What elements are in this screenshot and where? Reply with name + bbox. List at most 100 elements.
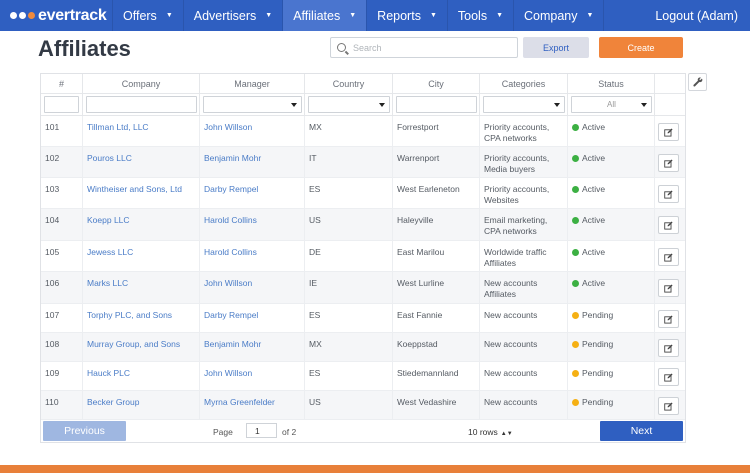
cell-categories: New accounts [480,391,568,419]
nav-item-advertisers[interactable]: Advertisers ▼ [182,0,282,31]
nav-item-offers[interactable]: Offers ▼ [112,0,183,31]
cell-city: Stiedemannland [393,362,480,390]
nav-label: Offers [123,8,157,23]
cell-status: Pending [568,362,655,390]
cell-company[interactable]: Koepp LLC [83,209,200,240]
cell-id: 103 [41,178,83,208]
filter-cell [41,94,83,116]
rows-per-page-select[interactable]: 10 rows ▲▼ [468,427,513,437]
search-box[interactable] [330,37,518,58]
cell-id: 106 [41,272,83,303]
cell-categories: New accounts Affiliates [480,272,568,303]
page-label: Page [213,427,233,437]
search-icon [337,43,346,52]
table-row: 103 Wintheiser and Sons, Ltd Darby Rempel E… [41,178,685,209]
cell-manager[interactable]: Benjamin Mohr [200,147,305,177]
pager: Previous Page 1 of 2 10 rows ▲▼ Next [41,420,685,443]
column-header-company[interactable]: Company [83,74,200,94]
cell-id: 108 [41,333,83,361]
column-header-categories[interactable]: Categories [480,74,568,94]
cell-company[interactable]: Jewess LLC [83,241,200,271]
edit-button[interactable] [658,310,679,328]
edit-icon [664,283,673,293]
cell-company[interactable]: Tillman Ltd, LLC [83,116,200,146]
filter-cell [393,94,480,116]
cell-manager[interactable]: Benjamin Mohr [200,333,305,361]
cell-company[interactable]: Murray Group, and Sons [83,333,200,361]
chevron-down-icon [379,103,385,107]
filter-manager-select[interactable] [203,96,302,113]
filter-country-select[interactable] [308,96,390,113]
cell-manager[interactable]: Darby Rempel [200,178,305,208]
nav-item-company[interactable]: Company ▼ [513,0,605,31]
cell-categories: New accounts [480,333,568,361]
cell-manager[interactable]: Harold Collins [200,241,305,271]
filter-city-input[interactable] [396,96,477,113]
logout-link[interactable]: Logout (Adam) [645,0,750,31]
edit-button[interactable] [658,368,679,386]
column-header-country[interactable]: Country [305,74,393,94]
filter-company-input[interactable] [86,96,197,113]
edit-button[interactable] [658,123,679,141]
cell-status: Pending [568,391,655,419]
column-header-id[interactable]: # [41,74,83,94]
edit-icon [664,372,673,382]
edit-button[interactable] [658,154,679,172]
filter-status-value: All [607,100,616,109]
table-row: 107 Torphy PLC, and Sons Darby Rempel ES Eas… [41,304,685,333]
table-settings-button[interactable] [688,73,707,91]
filter-id-input[interactable] [44,96,79,113]
cell-id: 107 [41,304,83,332]
nav-item-reports[interactable]: Reports ▼ [366,0,447,31]
status-dot-icon [572,370,579,377]
search-input[interactable] [353,42,513,53]
top-navbar: evertrack Offers ▼ Advertisers ▼ Affilia… [0,0,750,31]
cell-company[interactable]: Wintheiser and Sons, Ltd [83,178,200,208]
create-button[interactable]: Create [599,37,683,58]
cell-id: 104 [41,209,83,240]
edit-button[interactable] [658,216,679,234]
column-header-city[interactable]: City [393,74,480,94]
status-dot-icon [572,124,579,131]
cell-status: Active [568,241,655,271]
cell-company[interactable]: Pouros LLC [83,147,200,177]
edit-button[interactable] [658,339,679,357]
previous-button[interactable]: Previous [43,421,126,441]
cell-city: East Fannie [393,304,480,332]
cell-manager[interactable]: John Willson [200,272,305,303]
column-header-status[interactable]: Status [568,74,655,94]
column-header-manager[interactable]: Manager [200,74,305,94]
edit-button[interactable] [658,397,679,415]
cell-company[interactable]: Becker Group [83,391,200,419]
cell-categories: Worldwide traffic Affiliates [480,241,568,271]
filter-categories-select[interactable] [483,96,565,113]
export-button[interactable]: Export [523,37,589,58]
cell-manager[interactable]: Harold Collins [200,209,305,240]
chevron-down-icon [291,103,297,107]
cell-id: 110 [41,391,83,419]
nav-item-affiliates[interactable]: Affiliates ▼ [282,0,367,31]
cell-company[interactable]: Marks LLC [83,272,200,303]
cell-city: West Earleneton [393,178,480,208]
next-button[interactable]: Next [600,421,683,441]
edit-button[interactable] [658,185,679,203]
cell-country: MX [305,116,393,146]
nav-item-tools[interactable]: Tools ▼ [446,0,513,31]
cell-manager[interactable]: John Willson [200,362,305,390]
logo-dot [19,12,26,19]
logo[interactable]: evertrack [0,0,112,31]
table-row: 104 Koepp LLC Harold Collins US Haleyville Em… [41,209,685,241]
cell-status: Active [568,272,655,303]
cell-manager[interactable]: Myrna Greenfelder [200,391,305,419]
filter-status-select[interactable]: All [571,96,652,113]
cell-company[interactable]: Torphy PLC, and Sons [83,304,200,332]
cell-manager[interactable]: Darby Rempel [200,304,305,332]
cell-manager[interactable]: John Willson [200,116,305,146]
footer-bar [0,465,750,473]
edit-button[interactable] [658,279,679,297]
page-number-input[interactable]: 1 [246,423,277,438]
cell-company[interactable]: Hauck PLC [83,362,200,390]
cell-country: MX [305,333,393,361]
edit-button[interactable] [658,248,679,266]
nav-label: Affiliates [293,8,341,23]
